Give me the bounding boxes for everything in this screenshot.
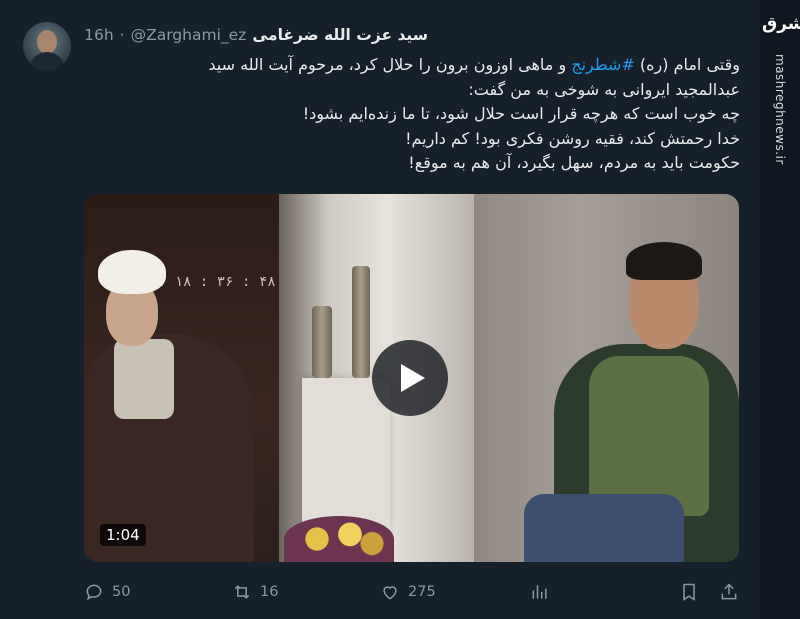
bookmark-button[interactable] [679, 582, 699, 602]
play-icon [401, 364, 425, 392]
tweet-text: وقتی امام (ره) #شطرنج و ماهی اوزون برون … [100, 53, 740, 176]
video-duration: 1:04 [100, 524, 146, 546]
tweet-line-1-post: و ماهی اوزون برون را حلال کرد، مرحوم آیت… [208, 55, 572, 74]
reply-count: 50 [112, 584, 131, 600]
avatar-face [37, 30, 57, 54]
retweet-count: 16 [260, 584, 279, 600]
author-avatar[interactable] [23, 22, 71, 70]
reply-button[interactable]: 50 [84, 582, 130, 602]
watermark-logo: مشرق [762, 14, 800, 34]
author-name[interactable]: سید عزت الله ضرغامی [252, 26, 428, 44]
tweet-time[interactable]: 16h [84, 26, 114, 44]
play-button[interactable] [372, 340, 448, 416]
share-button[interactable] [719, 582, 739, 602]
video-pedestal [302, 378, 390, 528]
author-handle[interactable]: @Zarghami_ez [131, 26, 247, 44]
share-icon [721, 583, 737, 600]
heart-icon [383, 586, 397, 600]
hashtag-link[interactable]: #شطرنج [571, 55, 635, 74]
tweet-line-4: خدا رحمتش کند، فقیه روشن فکری بود! کم دا… [405, 128, 740, 148]
tweet-actions: 50 16 275 [84, 580, 744, 604]
like-button[interactable]: 275 [380, 582, 436, 602]
tweet-header: سید عزت الله ضرغامی @Zarghami_ez · 16h [84, 24, 428, 46]
video-candle [312, 306, 332, 378]
tweet-line-2: عبدالمجید ایروانی به شوخی به من گفت: [468, 79, 740, 99]
video-person-right-hair [626, 242, 702, 280]
video-person-left-turban [98, 250, 166, 294]
video-candle [352, 266, 370, 378]
like-count: 275 [408, 584, 436, 600]
video-person-right-vest [589, 356, 709, 516]
video-person-right-legs [524, 494, 684, 562]
video-player[interactable]: ۳۱۳ : ۱۸ : ۳۶ : ۴۸ 1:04 [84, 194, 739, 562]
tweet-line-3: چه خوب است که هرچه قرار است حلال شود، تا… [302, 104, 740, 123]
tweet-line-1: وقتی امام (ره) #شطرنج و ماهی اوزون برون … [100, 53, 740, 78]
avatar-suit [29, 52, 65, 70]
separator-dot: · [119, 26, 125, 44]
retweet-button[interactable]: 16 [232, 582, 278, 602]
video-flowers [284, 516, 394, 562]
watermark-url: mashreghnews.ir [773, 54, 787, 165]
retweet-icon [234, 585, 250, 599]
tweet-line-1-pre: وقتی امام (ره) [634, 55, 740, 74]
reply-icon [86, 584, 102, 601]
views-button[interactable] [530, 582, 550, 602]
views-icon [532, 585, 547, 599]
video-person-left-scarf [114, 339, 174, 419]
bookmark-icon [683, 583, 695, 601]
tweet-line-5: حکومت باید به مردم، سهل بگیرد، آن هم به … [408, 153, 740, 172]
